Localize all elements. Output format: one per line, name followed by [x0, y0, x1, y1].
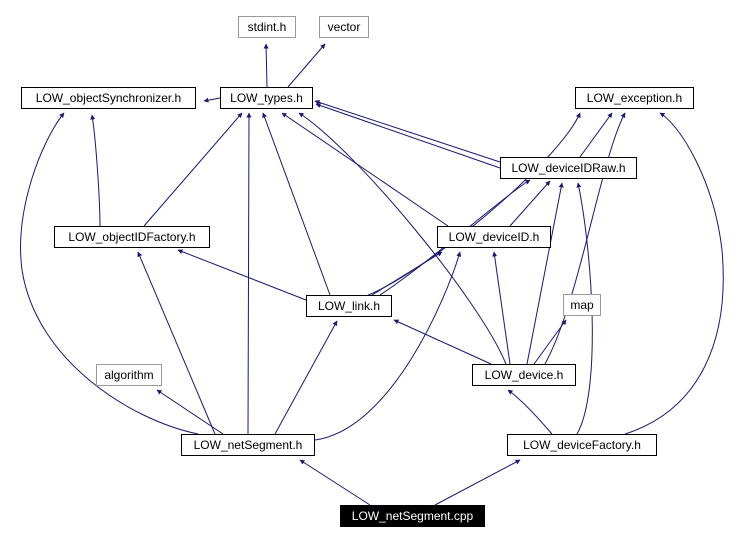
graph-node-label: LOW_netSegment.h: [193, 438, 303, 452]
graph-node-netSegmentH[interactable]: LOW_netSegment.h: [181, 434, 315, 456]
graph-node-deviceIDRaw[interactable]: LOW_deviceIDRaw.h: [500, 157, 637, 179]
graph-node-deviceID[interactable]: LOW_deviceID.h: [437, 226, 551, 248]
graph-node-label: LOW_deviceFactory.h: [523, 438, 641, 452]
graph-node-types[interactable]: LOW_types.h: [220, 87, 313, 109]
graph-edge: [274, 320, 338, 435]
include-dependency-graph: stdint.h vector LOW_objectSynchronizer.h LO…: [0, 0, 756, 540]
graph-node-deviceFactory[interactable]: LOW_deviceFactory.h: [507, 434, 657, 456]
graph-edge: [262, 112, 331, 296]
graph-node-device[interactable]: LOW_device.h: [472, 364, 576, 386]
graph-edge: [393, 319, 492, 365]
graph-edge: [509, 180, 551, 227]
graph-node-link[interactable]: LOW_link.h: [306, 295, 392, 317]
graph-node-vector[interactable]: vector: [319, 16, 369, 38]
graph-edge: [156, 389, 224, 435]
graph-node-label: LOW_netSegment.cpp: [351, 509, 474, 523]
graph-edge: [143, 112, 243, 227]
graph-edge: [299, 459, 371, 506]
graph-edge: [137, 251, 216, 435]
graph-edge: [314, 100, 501, 163]
graph-node-label: LOW_deviceIDRaw.h: [511, 161, 626, 175]
graph-node-objectSynchronizer[interactable]: LOW_objectSynchronizer.h: [21, 87, 196, 109]
graph-node-netSegmentCpp: LOW_netSegment.cpp: [340, 505, 485, 527]
graph-edge: [579, 112, 613, 158]
graph-node-label: LOW_types.h: [230, 91, 303, 105]
graph-edge: [526, 182, 564, 365]
graph-edge: [365, 112, 581, 297]
graph-edge: [281, 112, 449, 227]
graph-edge: [624, 112, 724, 435]
graph-node-label: vector: [327, 20, 361, 34]
graph-node-map[interactable]: map: [563, 294, 601, 316]
graph-node-label: LOW_deviceID.h: [448, 230, 540, 244]
graph-node-label: map: [570, 298, 594, 312]
graph-edge: [263, 43, 269, 88]
graph-edge: [203, 97, 221, 103]
graph-node-label: algorithm: [104, 368, 154, 382]
graph-node-objectIDFactory[interactable]: LOW_objectIDFactory.h: [54, 226, 210, 248]
graph-edge: [287, 43, 326, 88]
graph-edges-layer: [20, 43, 724, 506]
graph-edge: [507, 389, 553, 435]
graph-edge: [90, 114, 101, 227]
graph-node-label: LOW_link.h: [317, 299, 381, 313]
graph-edge: [434, 459, 521, 506]
graph-edge: [315, 103, 501, 169]
graph-edge: [246, 112, 252, 435]
graph-node-algorithm[interactable]: algorithm: [96, 364, 162, 386]
graph-edge: [492, 251, 511, 365]
graph-node-label: stdint.h: [247, 20, 287, 34]
graph-node-label: LOW_device.h: [484, 368, 564, 382]
graph-edge: [177, 249, 307, 301]
graph-node-exception[interactable]: LOW_exception.h: [575, 87, 694, 109]
graph-node-stdint[interactable]: stdint.h: [238, 16, 296, 38]
graph-edge: [314, 251, 462, 441]
graph-node-label: LOW_exception.h: [586, 91, 683, 105]
graph-node-label: LOW_objectIDFactory.h: [68, 230, 196, 244]
graph-node-label: LOW_objectSynchronizer.h: [35, 91, 182, 105]
